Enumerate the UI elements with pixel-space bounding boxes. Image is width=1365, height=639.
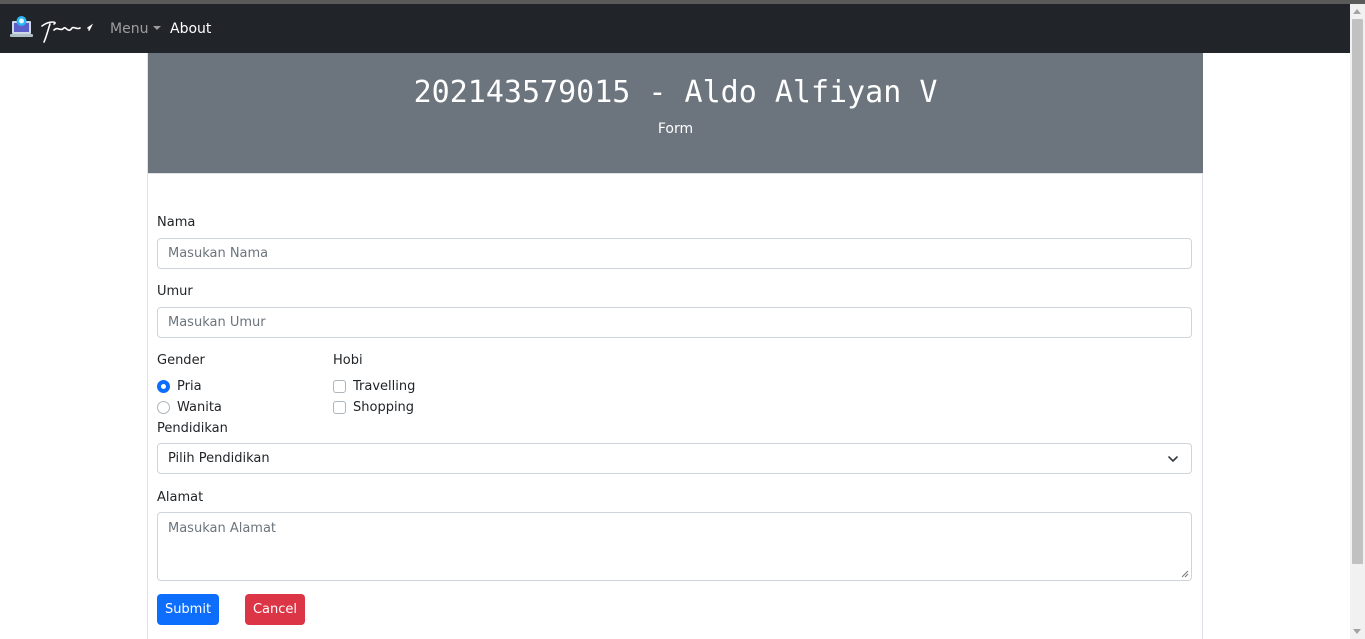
page-subtitle: Form bbox=[657, 121, 694, 137]
page-header: 202143579015 - Aldo Alfiyan V Form bbox=[148, 53, 1203, 173]
hobi-option-label: Shopping bbox=[353, 399, 415, 415]
alamat-label: Alamat bbox=[157, 490, 204, 505]
nama-input[interactable]: Masukan Nama bbox=[157, 238, 1192, 269]
nav-about-link[interactable]: About bbox=[170, 21, 211, 37]
alamat-placeholder: Masukan Alamat bbox=[168, 521, 277, 536]
checkbox-icon[interactable] bbox=[333, 400, 346, 414]
divider bbox=[148, 173, 1203, 174]
radio-selected-icon[interactable] bbox=[157, 379, 170, 393]
vertical-scrollbar[interactable] bbox=[1350, 4, 1365, 639]
hobi-option-shopping[interactable]: Shopping bbox=[333, 399, 414, 415]
pendidikan-selected-value: Pilih Pendidikan bbox=[168, 451, 270, 466]
resize-grip-icon[interactable] bbox=[1181, 570, 1189, 578]
radio-unselected-icon[interactable] bbox=[157, 400, 170, 414]
navbar: Menu About bbox=[0, 4, 1350, 53]
gender-option-pria[interactable]: Pria bbox=[157, 378, 202, 394]
nama-label: Nama bbox=[157, 215, 196, 230]
chevron-down-icon bbox=[1168, 456, 1178, 462]
umur-placeholder: Masukan Umur bbox=[168, 315, 266, 330]
nav-menu-label: Menu bbox=[110, 21, 149, 37]
umur-input[interactable]: Masukan Umur bbox=[157, 307, 1192, 338]
scroll-up-icon[interactable] bbox=[1353, 9, 1361, 14]
hobi-label: Hobi bbox=[333, 353, 363, 368]
laptop-icon bbox=[10, 16, 94, 43]
gender-option-label: Pria bbox=[177, 378, 202, 394]
pendidikan-select[interactable]: Pilih Pendidikan bbox=[157, 443, 1192, 474]
checkbox-icon[interactable] bbox=[333, 379, 346, 393]
submit-button[interactable]: Submit bbox=[157, 594, 219, 625]
gender-label: Gender bbox=[157, 353, 205, 368]
nama-placeholder: Masukan Nama bbox=[168, 246, 269, 261]
brand-logo[interactable] bbox=[10, 12, 96, 46]
main-container: 202143579015 - Aldo Alfiyan V Form Nama … bbox=[147, 53, 1203, 639]
scrollbar-thumb[interactable] bbox=[1352, 19, 1363, 564]
scroll-down-icon[interactable] bbox=[1353, 629, 1361, 634]
umur-label: Umur bbox=[157, 284, 193, 299]
hobi-option-travelling[interactable]: Travelling bbox=[333, 378, 415, 394]
page-title: 202143579015 - Aldo Alfiyan V bbox=[413, 75, 938, 110]
cancel-button[interactable]: Cancel bbox=[245, 594, 305, 625]
caret-down-icon bbox=[153, 26, 162, 30]
alamat-textarea[interactable]: Masukan Alamat bbox=[157, 512, 1192, 581]
nav-menu-dropdown[interactable]: Menu bbox=[110, 21, 162, 37]
gender-option-label: Wanita bbox=[177, 399, 222, 415]
gender-option-wanita[interactable]: Wanita bbox=[157, 399, 222, 415]
hobi-option-label: Travelling bbox=[353, 378, 416, 394]
pendidikan-label: Pendidikan bbox=[157, 421, 228, 436]
